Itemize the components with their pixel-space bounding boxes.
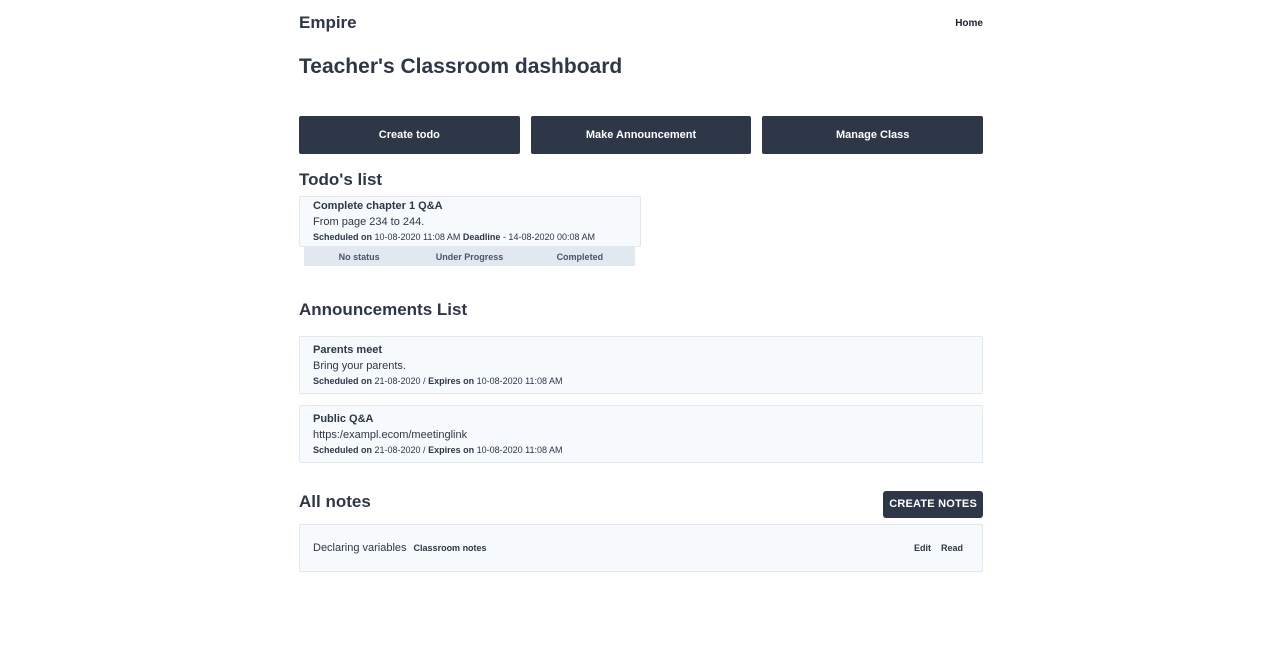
note-actions: Edit Read	[914, 543, 963, 553]
note-edit-link[interactable]: Edit	[914, 543, 931, 553]
announcement-scheduled-value: 21-08-2020 /	[372, 445, 429, 455]
nav-home-link[interactable]: Home	[955, 18, 983, 29]
todo-list-title: Todo's list	[299, 170, 383, 189]
announcements-list: Parents meet Bring your parents. Schedul…	[299, 336, 983, 463]
note-name: Declaring variables	[313, 542, 407, 554]
announcement-scheduled-label: Scheduled on	[313, 376, 373, 386]
create-todo-button[interactable]: Create todo	[299, 116, 520, 154]
todo-deadline-value: - 14-08-2020 00:08 AM	[500, 232, 595, 242]
status-completed[interactable]: Completed	[525, 252, 635, 262]
page-title: Teacher's Classroom dashboard	[299, 55, 623, 78]
announcement-card: Parents meet Bring your parents. Schedul…	[299, 336, 983, 394]
announcement-card: Public Q&A https:/exampl.ecom/meetinglin…	[299, 405, 983, 463]
announcement-expires-label: Expires on	[428, 376, 475, 386]
announcement-meta: Scheduled on 21-08-2020 / Expires on 10-…	[313, 443, 969, 457]
todo-title: Complete chapter 1 Q&A	[313, 200, 443, 212]
brand-logo[interactable]: Empire	[299, 13, 357, 33]
make-announcement-button[interactable]: Make Announcement	[530, 116, 752, 154]
announcement-scheduled-label: Scheduled on	[313, 445, 373, 455]
all-notes-title: All notes	[299, 492, 371, 511]
todo-status-bar: No status Under Progress Completed	[304, 247, 635, 266]
todo-deadline-label: Deadline	[462, 232, 501, 242]
create-notes-button[interactable]: CREATE NOTES	[883, 490, 983, 518]
todo-description: From page 234 to 244.	[313, 216, 425, 228]
announcements-list-title: Announcements List	[299, 300, 468, 319]
announcement-body: https:/exampl.ecom/meetinglink	[313, 429, 468, 441]
top-navbar: Empire Home	[299, 0, 983, 44]
announcement-body: Bring your parents.	[313, 360, 406, 372]
announcement-expires-value: 10-08-2020 11:08 AM	[474, 445, 563, 455]
announcement-expires-value: 10-08-2020 11:08 AM	[474, 376, 563, 386]
notes-header: All notes CREATE NOTES	[299, 488, 983, 518]
note-read-link[interactable]: Read	[941, 543, 963, 553]
action-buttons: Create todo Make Announcement Manage Cla…	[299, 116, 984, 154]
note-row: Declaring variables Classroom notes Edit…	[299, 524, 983, 572]
announcement-title: Public Q&A	[313, 413, 374, 425]
announcement-title: Parents meet	[313, 344, 383, 356]
todo-card: Complete chapter 1 Q&A From page 234 to …	[299, 196, 641, 247]
status-no-status[interactable]: No status	[304, 252, 414, 262]
announcement-meta: Scheduled on 21-08-2020 / Expires on 10-…	[313, 374, 969, 388]
announcement-expires-label: Expires on	[428, 445, 475, 455]
announcement-scheduled-value: 21-08-2020 /	[372, 376, 429, 386]
page-container: Empire Home Teacher's Classroom dashboar…	[299, 0, 984, 572]
status-under-progress[interactable]: Under Progress	[414, 252, 524, 262]
todo-scheduled-value: 10-08-2020 11:08 AM	[372, 232, 463, 242]
todo-scheduled-label: Scheduled on	[313, 232, 373, 242]
note-category: Classroom notes	[413, 543, 487, 553]
todo-meta: Scheduled on 10-08-2020 11:08 AM Deadlin…	[313, 230, 627, 244]
manage-class-button[interactable]: Manage Class	[762, 116, 984, 154]
todo-item: Complete chapter 1 Q&A From page 234 to …	[299, 196, 983, 266]
